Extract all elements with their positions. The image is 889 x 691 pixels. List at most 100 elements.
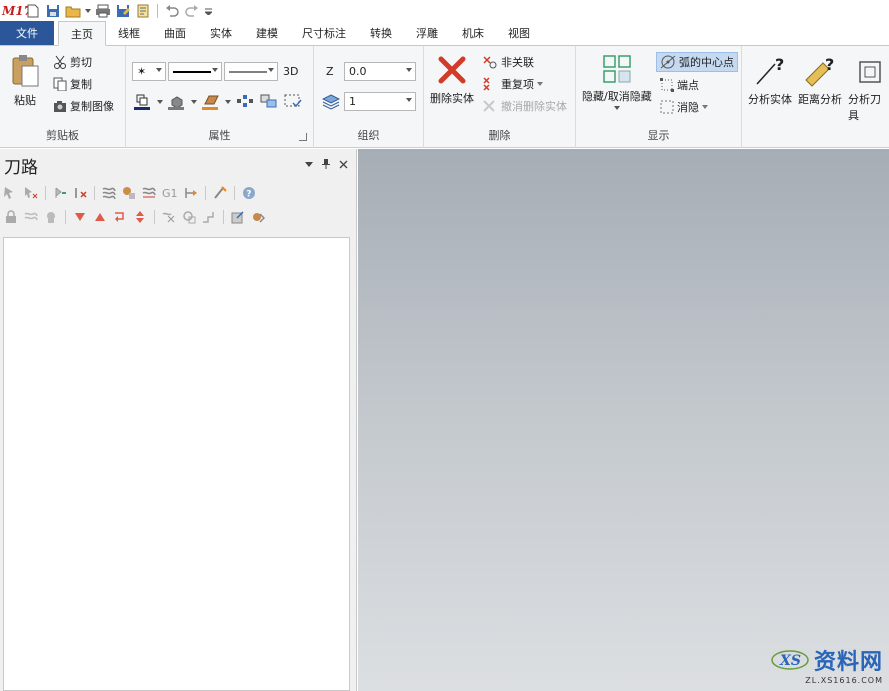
- simulate-icon[interactable]: [142, 186, 156, 200]
- set-attributes-button[interactable]: [236, 94, 254, 108]
- analyze-entity-button[interactable]: ? 分析实体: [748, 54, 792, 107]
- thin-line-icon: [229, 71, 267, 72]
- solid-color-button[interactable]: [168, 94, 197, 110]
- backplot-icon[interactable]: [102, 186, 116, 200]
- redo-icon[interactable]: [183, 2, 201, 20]
- regenerate-dirty-icon[interactable]: [73, 186, 87, 200]
- toolpath-select-icon[interactable]: [162, 210, 176, 224]
- watermark-text: 资料网: [813, 650, 883, 675]
- surface-color-icon: [202, 95, 219, 110]
- delete-group: 删除实体 非关联 重复项 撤消删除实体 删除: [424, 46, 576, 148]
- clear-attributes-button[interactable]: [284, 94, 302, 108]
- tab-art[interactable]: 浮雕: [404, 21, 450, 45]
- tab-wireframe[interactable]: 线框: [106, 21, 152, 45]
- panel-controls: [305, 159, 348, 169]
- tab-machine[interactable]: 机床: [450, 21, 496, 45]
- toolbar-separator: [94, 186, 95, 200]
- clipboard-group-label: 剪贴板: [46, 129, 79, 142]
- level-input[interactable]: 1: [344, 92, 416, 111]
- z-depth-label: Z: [326, 65, 334, 78]
- print-icon[interactable]: [94, 2, 112, 20]
- toggle-display-icon[interactable]: [24, 210, 38, 224]
- analyze-toolpath-button[interactable]: 分析刀具: [848, 54, 889, 123]
- properties-icon[interactable]: [134, 2, 152, 20]
- line-width-select[interactable]: [224, 62, 278, 81]
- select-all-operations-icon[interactable]: [4, 186, 18, 200]
- move-insert-down-icon[interactable]: [73, 210, 87, 224]
- regenerate-selected-icon[interactable]: [53, 186, 67, 200]
- svg-text:?: ?: [775, 55, 784, 74]
- distance-analysis-button[interactable]: ? 距离分析: [798, 54, 842, 107]
- undo-icon[interactable]: [163, 2, 181, 20]
- paste-button[interactable]: 粘贴: [10, 54, 40, 108]
- toolpath-tree[interactable]: [3, 237, 350, 691]
- undelete-button[interactable]: 撤消删除实体: [482, 98, 567, 114]
- tool-manager-icon[interactable]: [231, 210, 245, 224]
- high-feed-icon[interactable]: [184, 186, 198, 200]
- graphics-viewport[interactable]: XS 资料网 ZL.XS1616.COM: [358, 149, 889, 691]
- pin-icon[interactable]: [322, 159, 330, 169]
- copy-image-button[interactable]: 复制图像: [53, 98, 114, 114]
- tab-model-prep[interactable]: 建模: [244, 21, 290, 45]
- save-as-icon[interactable]: [114, 2, 132, 20]
- tab-file[interactable]: 文件: [0, 21, 54, 45]
- close-icon[interactable]: [339, 160, 348, 169]
- verify-icon[interactable]: [122, 186, 136, 200]
- tab-surfaces[interactable]: 曲面: [152, 21, 198, 45]
- cut-button[interactable]: 剪切: [53, 54, 92, 70]
- quick-access-toolbar: M17: [0, 0, 889, 22]
- tab-transform[interactable]: 转换: [358, 21, 404, 45]
- unassociate-button[interactable]: 非关联: [482, 54, 534, 70]
- deselect-operations-icon[interactable]: [24, 186, 38, 200]
- ruler-icon: ?: [805, 55, 834, 87]
- shape-select-icon[interactable]: [182, 210, 196, 224]
- point-style-select[interactable]: ✶: [132, 62, 166, 81]
- scroll-to-insert-icon[interactable]: [133, 210, 147, 224]
- hide-unhide-button[interactable]: 隐藏/取消隐藏: [582, 54, 652, 110]
- chevron-down-icon: [225, 100, 231, 104]
- g1-post-button[interactable]: G1: [162, 187, 178, 200]
- help-icon[interactable]: ?: [242, 186, 256, 200]
- arc-center-toggle[interactable]: 弧的中心点: [656, 52, 738, 72]
- copy-attributes-button[interactable]: [260, 94, 278, 108]
- lock-icon[interactable]: [4, 210, 18, 224]
- delete-entity-button[interactable]: 删除实体: [430, 56, 474, 106]
- delete-group-label: 删除: [488, 129, 511, 142]
- open-folder-icon[interactable]: [64, 2, 82, 20]
- mode-3d-toggle[interactable]: 3D: [283, 65, 298, 78]
- line-color-button[interactable]: [134, 94, 163, 110]
- tab-view[interactable]: 视图: [496, 21, 542, 45]
- line-style-select[interactable]: [168, 62, 222, 81]
- insert-after-icon[interactable]: [113, 210, 127, 224]
- customize-qat-icon[interactable]: [203, 2, 213, 20]
- tab-home[interactable]: 主页: [58, 21, 106, 46]
- delete-toolpaths-icon[interactable]: [213, 186, 227, 200]
- paste-icon: [12, 55, 39, 87]
- material-settings-icon[interactable]: [251, 210, 265, 224]
- attributes-group: ✶ 3D 属性: [126, 46, 314, 148]
- z-depth-input[interactable]: 0.0: [344, 62, 416, 81]
- chevron-down-icon[interactable]: [84, 2, 92, 20]
- step-tool-icon[interactable]: [202, 210, 216, 224]
- unassociate-icon: [483, 56, 497, 69]
- line-color-icon: [134, 94, 150, 110]
- clipboard-group: 粘贴 剪切 复制 复制图像 剪贴板: [0, 46, 126, 148]
- new-file-icon[interactable]: [24, 2, 42, 20]
- endpoints-toggle[interactable]: 端点: [660, 77, 699, 93]
- app-logo: M17: [2, 4, 32, 18]
- tab-solids[interactable]: 实体: [198, 21, 244, 45]
- copy-button[interactable]: 复制: [53, 76, 92, 92]
- surface-color-button[interactable]: [202, 94, 231, 110]
- duplicate-button[interactable]: 重复项: [482, 76, 543, 92]
- blank-button[interactable]: 消隐: [660, 99, 708, 115]
- panel-menu-icon[interactable]: [305, 161, 313, 167]
- toolpaths-panel: 刀路 G1 ?: [0, 149, 357, 691]
- chevron-down-icon: [157, 100, 163, 104]
- display-group-label: 显示: [647, 129, 670, 142]
- panel-toolbar-row-1: G1 ?: [4, 186, 256, 200]
- move-insert-up-icon[interactable]: [93, 210, 107, 224]
- attribute-copy-icon: [260, 94, 277, 108]
- post-toggle-icon[interactable]: [44, 210, 58, 224]
- save-icon[interactable]: [44, 2, 62, 20]
- tab-drafting[interactable]: 尺寸标注: [290, 21, 358, 45]
